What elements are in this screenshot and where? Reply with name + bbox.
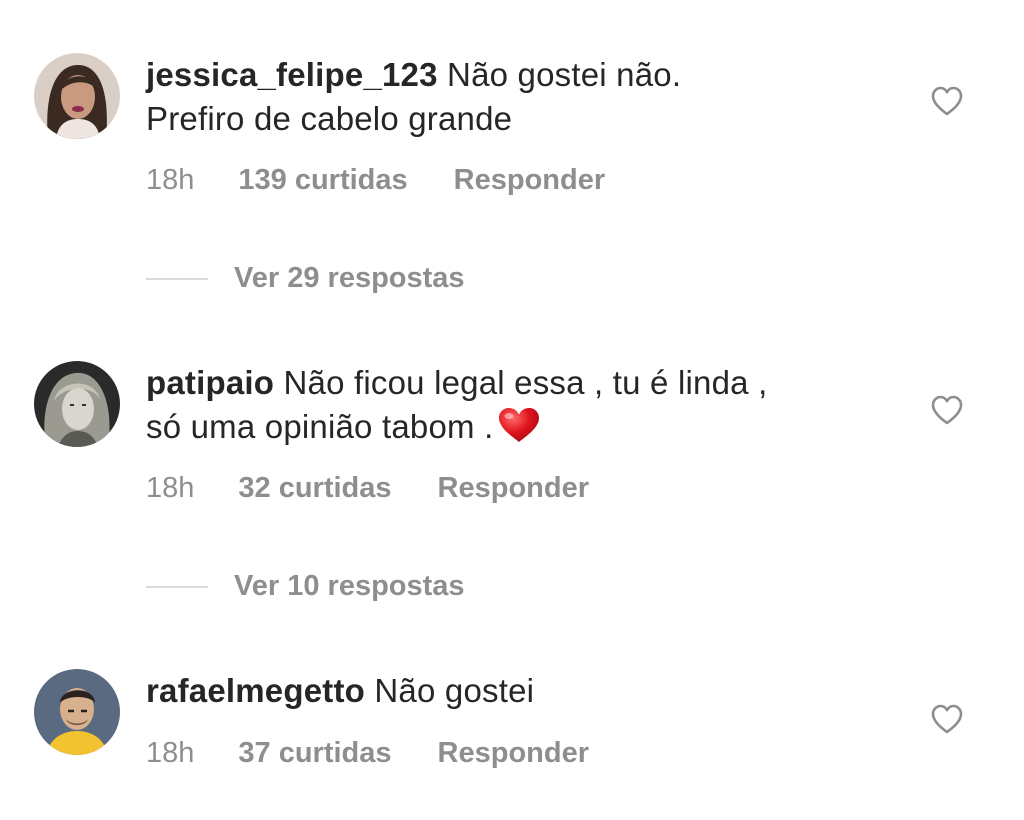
comment-text: rafaelmegetto Não gostei [146, 669, 886, 713]
comment-item: rafaelmegetto Não gostei 18h 37 curtidas R… [0, 0, 1024, 820]
comment-username[interactable]: rafaelmegetto [146, 672, 365, 709]
likes-count-link[interactable]: 37 curtidas [238, 735, 391, 771]
reply-button[interactable]: Responder [438, 735, 589, 771]
comment-body: Não gostei [374, 672, 535, 709]
comment-meta: 18h 37 curtidas Responder [146, 735, 589, 771]
avatar-man-yellow-shirt-icon [34, 669, 120, 755]
comment-time: 18h [146, 737, 195, 769]
user-avatar[interactable] [34, 669, 120, 755]
heart-outline-icon[interactable] [930, 703, 964, 735]
